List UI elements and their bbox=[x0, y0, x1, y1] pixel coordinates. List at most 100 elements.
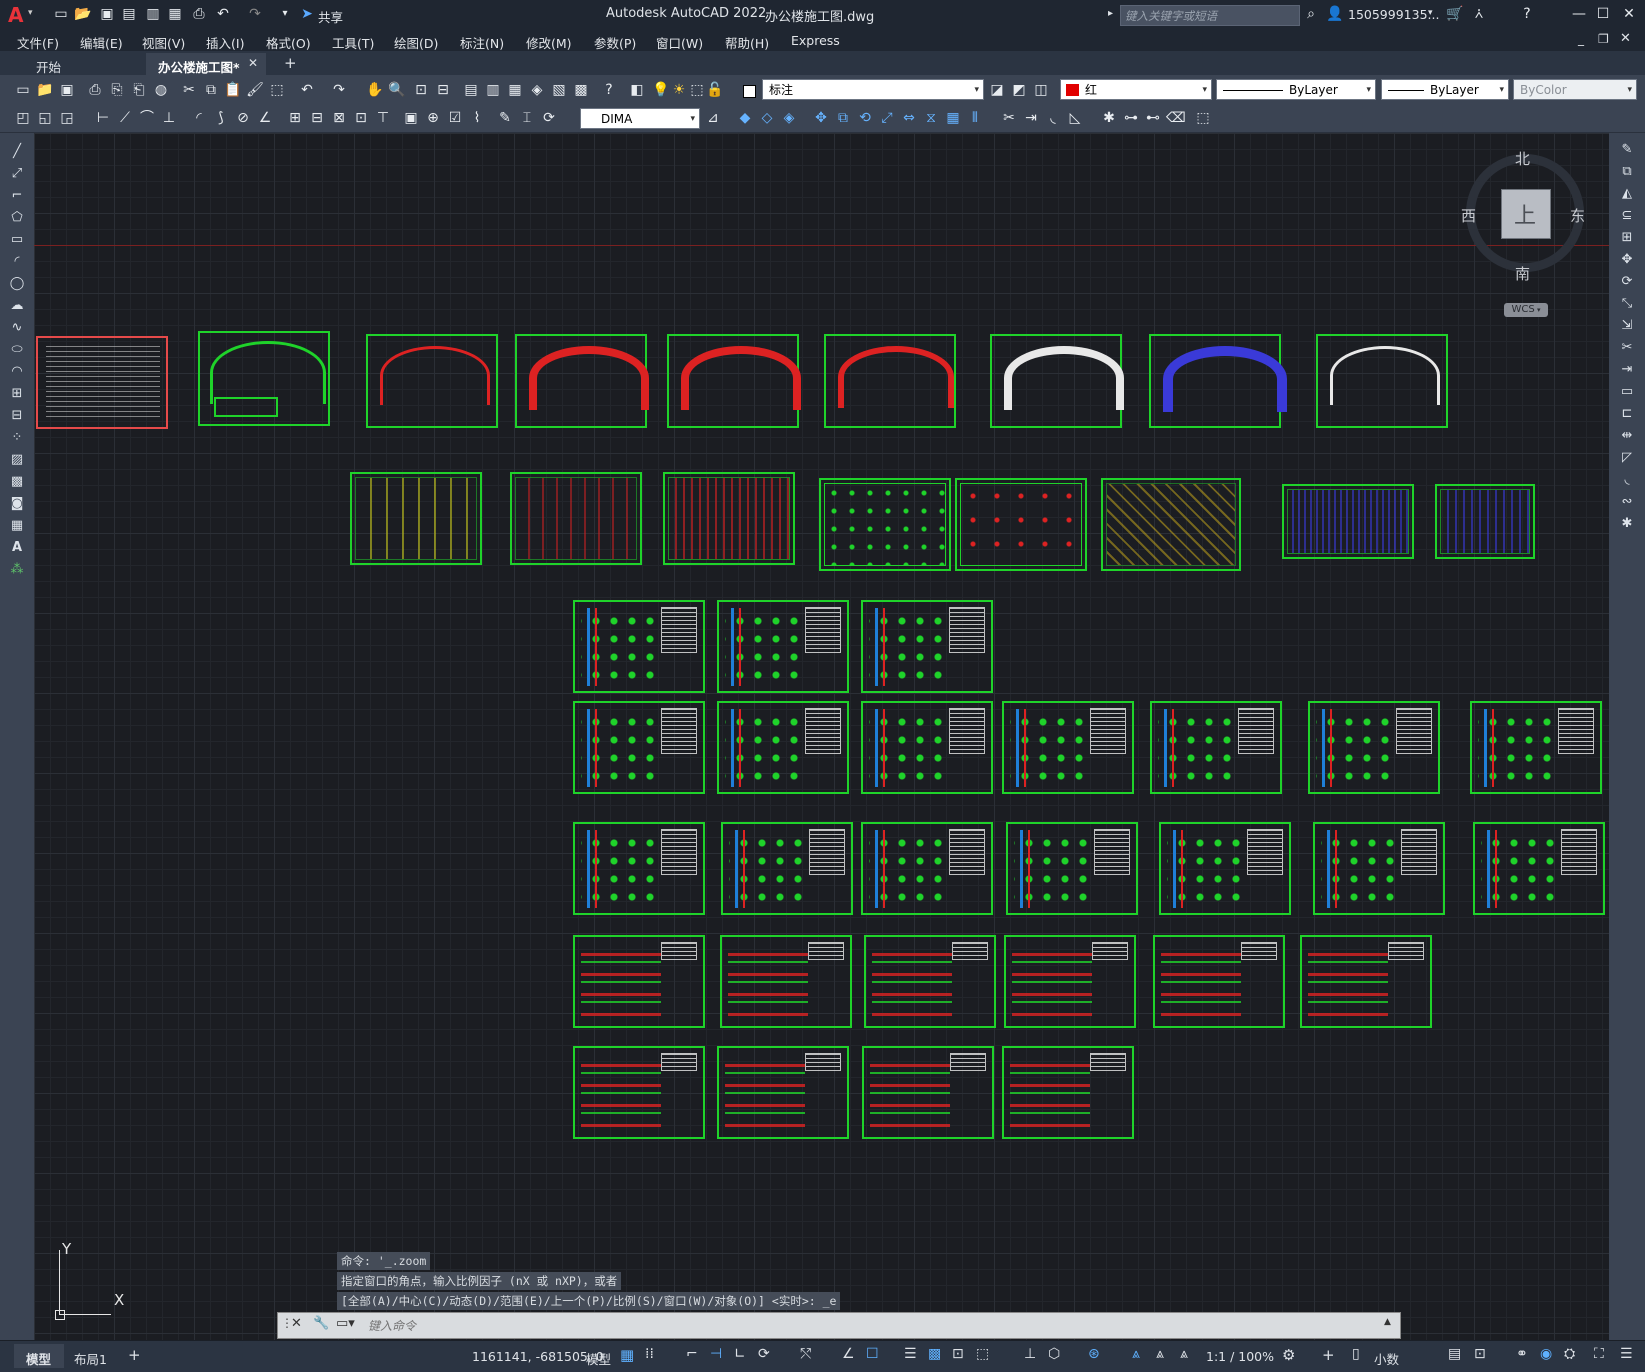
point-tool-icon[interactable]: ⁘ bbox=[7, 429, 27, 447]
region-tool-icon[interactable]: ◙ bbox=[7, 495, 27, 513]
r-mirror-icon[interactable]: ◭ bbox=[1617, 185, 1637, 203]
menu-parametric[interactable]: 参数(P) bbox=[594, 33, 636, 52]
make-current-layer-icon[interactable]: ◪ bbox=[988, 81, 1006, 99]
revision-cloud-icon[interactable]: ☁ bbox=[7, 297, 27, 315]
layout-tab[interactable]: 布局1 bbox=[74, 1349, 107, 1368]
hardware-acceleration-icon[interactable]: ◉ bbox=[1540, 1346, 1552, 1362]
r-move-icon[interactable]: ✥ bbox=[1617, 251, 1637, 269]
selection-cycling-icon[interactable]: ⊡ bbox=[952, 1346, 964, 1362]
sheet-column-6[interactable] bbox=[861, 701, 993, 794]
object-snap-tracking-icon[interactable]: ∠ bbox=[842, 1346, 855, 1362]
layer-previous-icon[interactable]: ◩ bbox=[1010, 81, 1028, 99]
user-dropdown-icon[interactable]: ▾ bbox=[1428, 8, 1433, 18]
selection-filter-icon[interactable]: ⬡ bbox=[1048, 1346, 1060, 1362]
menu-window[interactable]: 窗口(W) bbox=[656, 33, 703, 52]
toolbar-undo-icon[interactable]: ↶ bbox=[298, 81, 316, 99]
erase-icon[interactable]: ⌫ bbox=[1166, 109, 1186, 127]
doc-minimize-icon[interactable]: _ bbox=[1578, 32, 1584, 46]
ucs-face-icon[interactable]: ◈ bbox=[780, 109, 798, 127]
inspect-icon[interactable]: ☑ bbox=[446, 109, 464, 127]
layer-states-icon[interactable]: ◫ bbox=[1032, 81, 1050, 99]
lineweight-icon[interactable]: ☰ bbox=[904, 1346, 917, 1362]
trim-icon[interactable]: ✂ bbox=[1000, 109, 1018, 127]
r-extend-icon[interactable]: ⇥ bbox=[1617, 361, 1637, 379]
dim-space-icon[interactable]: ⊡ bbox=[352, 109, 370, 127]
autodesk-app-icon[interactable]: ⩑ bbox=[1470, 5, 1488, 23]
tab-close-icon[interactable]: ✕ bbox=[248, 56, 258, 70]
publish-icon[interactable]: ⎗ bbox=[130, 81, 148, 99]
add-selected-icon[interactable]: ⁂ bbox=[7, 561, 27, 579]
auto-scale-icon[interactable]: ⩓ bbox=[1156, 1346, 1164, 1362]
dim-radius-icon[interactable]: ◜ bbox=[190, 109, 208, 127]
cart-icon[interactable]: 🛒 bbox=[1446, 5, 1464, 23]
sheet-set-icon[interactable]: ◈ bbox=[528, 81, 546, 99]
viewcube-top-face[interactable]: 上 bbox=[1501, 189, 1551, 239]
search-expand-icon[interactable]: ▸ bbox=[1108, 8, 1113, 19]
scale-icon[interactable]: ⤢ bbox=[878, 109, 896, 127]
sheet-plan-8[interactable] bbox=[1316, 334, 1448, 428]
annotation-visibility-icon[interactable]: ⩓ bbox=[1132, 1346, 1140, 1362]
sheet-column-3[interactable] bbox=[861, 600, 993, 693]
menu-view[interactable]: 视图(V) bbox=[142, 33, 185, 52]
dim-baseline-icon[interactable]: ⊟ bbox=[308, 109, 326, 127]
redo-icon[interactable]: ↷ bbox=[246, 5, 264, 23]
sheet-detail-2[interactable] bbox=[510, 472, 642, 565]
menu-draw[interactable]: 绘图(D) bbox=[394, 33, 438, 52]
ortho-icon[interactable]: ∟ bbox=[734, 1346, 746, 1362]
customization-icon[interactable]: ☰ bbox=[1620, 1346, 1633, 1362]
snap-icon[interactable]: ⁞⁞ bbox=[645, 1346, 654, 1362]
transparency-icon[interactable]: ▩ bbox=[928, 1346, 941, 1362]
save-icon[interactable]: ▣ bbox=[98, 5, 116, 23]
open-icon[interactable]: 📁 bbox=[36, 81, 54, 99]
dim-ordinate-icon[interactable]: ⊥ bbox=[160, 109, 178, 127]
share-button[interactable]: 共享 bbox=[318, 7, 343, 26]
search-input[interactable]: 键入关键字或短语 bbox=[1125, 8, 1217, 24]
polyline-tool-icon[interactable]: ⌐ bbox=[7, 187, 27, 205]
dim-linear-icon[interactable]: ⊢ bbox=[94, 109, 112, 127]
viewcube-west[interactable]: 西 bbox=[1461, 205, 1476, 226]
ellipse-arc-icon[interactable]: ◠ bbox=[7, 363, 27, 381]
fullscreen-icon[interactable]: ⛶ bbox=[1594, 1346, 1604, 1362]
sheet-detail-4[interactable] bbox=[955, 478, 1087, 571]
user-account[interactable]: 1505999135... bbox=[1348, 7, 1439, 22]
model-space-button[interactable]: 模型 bbox=[586, 1349, 611, 1368]
arc-tool-icon[interactable]: ◜ bbox=[7, 253, 27, 271]
hatch-tool-icon[interactable]: ▨ bbox=[7, 451, 27, 469]
doc-close-icon[interactable]: ✕ bbox=[1620, 31, 1631, 46]
sheet-column-9[interactable] bbox=[1308, 701, 1440, 794]
add-layout-icon[interactable]: + bbox=[128, 1346, 141, 1364]
model-tab[interactable]: 模型 bbox=[14, 1344, 64, 1368]
dim-jogged-icon[interactable]: ⟆ bbox=[212, 109, 230, 127]
toolbar-redo-icon[interactable]: ↷ bbox=[330, 81, 348, 99]
infer-constraints-icon[interactable]: ⌐ bbox=[686, 1346, 698, 1362]
sheet-column-4[interactable] bbox=[573, 701, 705, 794]
sheet-section-2[interactable] bbox=[1435, 484, 1535, 559]
tool-b-icon[interactable]: ◱ bbox=[36, 109, 54, 127]
menu-format[interactable]: 格式(O) bbox=[266, 33, 311, 52]
sheet-beam-5[interactable] bbox=[1153, 935, 1285, 1028]
pan-icon[interactable]: ✋ bbox=[366, 81, 384, 99]
sheet-column-10[interactable] bbox=[1470, 701, 1602, 794]
extend-icon[interactable]: ⇥ bbox=[1022, 109, 1040, 127]
tool-c-icon[interactable]: ◲ bbox=[58, 109, 76, 127]
group-icon[interactable]: ⬚ bbox=[1194, 109, 1212, 127]
sheet-column-14[interactable] bbox=[1006, 822, 1138, 915]
sheet-column-13[interactable] bbox=[861, 822, 993, 915]
r-fillet-icon[interactable]: ◟ bbox=[1617, 471, 1637, 489]
jogged-linear-icon[interactable]: ⌇ bbox=[468, 109, 486, 127]
layer-unlock-icon[interactable]: 🔓 bbox=[706, 81, 724, 99]
tab-start[interactable]: 开始 bbox=[4, 53, 144, 75]
sheet-column-1[interactable] bbox=[573, 600, 705, 693]
share-icon[interactable]: ➤ bbox=[298, 5, 316, 23]
sheet-detail-5[interactable] bbox=[1101, 478, 1241, 571]
zoom-previous-icon[interactable]: ⊟ bbox=[434, 81, 452, 99]
menu-express[interactable]: Express bbox=[791, 33, 840, 48]
open-file-icon[interactable]: 📂 bbox=[74, 5, 92, 23]
sheet-beam-9[interactable] bbox=[862, 1046, 994, 1139]
open-web-icon[interactable]: ▥ bbox=[144, 5, 162, 23]
sheet-column-12[interactable] bbox=[721, 822, 853, 915]
dim-edit-icon[interactable]: ✎ bbox=[496, 109, 514, 127]
color-dropdown[interactable]: 红 ▾ bbox=[1060, 79, 1212, 100]
sheet-plan-3[interactable] bbox=[515, 334, 649, 428]
dim-style-manager-icon[interactable]: ⊿ bbox=[704, 109, 722, 127]
